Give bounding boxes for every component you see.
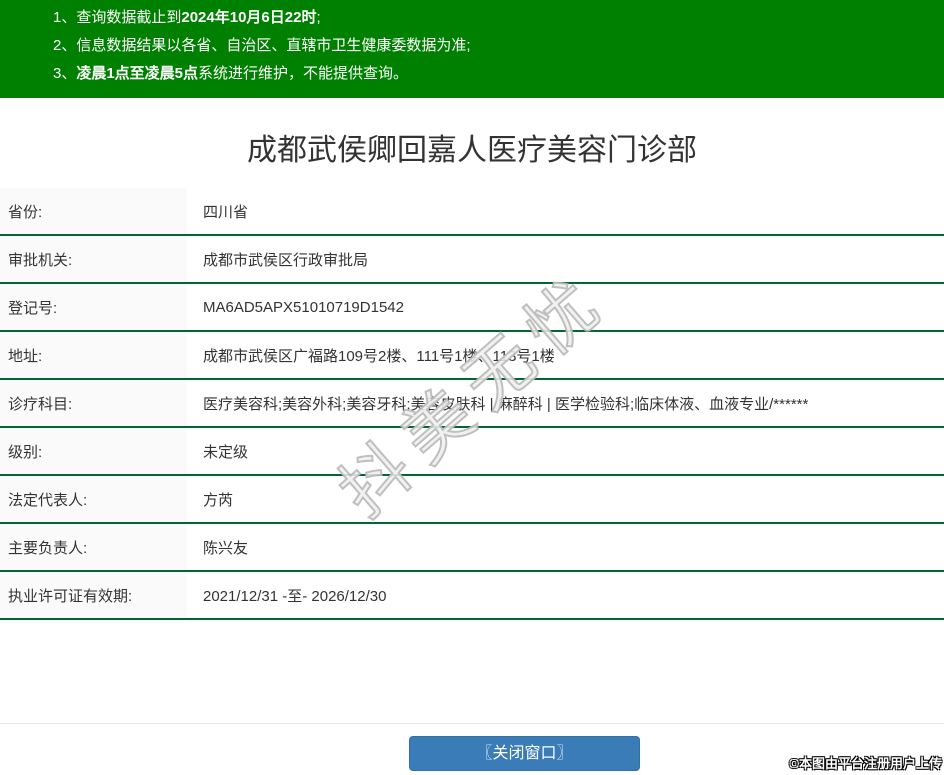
footer-spacer	[0, 620, 944, 723]
notice-banner: 1、查询数据截止到2024年10月6日22时; 2、信息数据结果以各省、自治区、直…	[0, 0, 944, 98]
row-value: 医疗美容科;美容外科;美容牙科;美容皮肤科 | 麻醉科 | 医学检验科;临床体液…	[203, 395, 809, 413]
copyright-stamp: ©本图由平台注册用户上传	[789, 756, 942, 771]
row-value: 2021/12/31 -至- 2026/12/30	[203, 587, 387, 605]
notice-number: 1、	[53, 9, 77, 26]
notice-text: ;	[316, 9, 321, 26]
row-label: 省份:	[0, 188, 187, 234]
row-label: 级别:	[0, 428, 187, 474]
table-row: 级别: 未定级	[0, 428, 944, 476]
row-label: 登记号:	[0, 284, 187, 330]
notice-text: 系统进行维护，不能提供查询。	[198, 65, 409, 82]
close-window-button[interactable]: 〖关闭窗口〗	[409, 736, 640, 771]
notice-text: 查询数据截止到	[76, 9, 182, 26]
table-row: 审批机关: 成都市武侯区行政审批局	[0, 236, 944, 284]
row-value: 成都市武侯区行政审批局	[203, 251, 369, 269]
row-label: 主要负责人:	[0, 524, 187, 570]
row-value: 四川省	[203, 203, 249, 221]
notice-item: 3、凌晨1点至凌晨5点系统进行维护，不能提供查询。	[53, 60, 934, 88]
row-label: 执业许可证有效期:	[0, 572, 187, 618]
row-label: 法定代表人:	[0, 476, 187, 522]
row-value: MA6AD5APX51010719D1542	[203, 298, 404, 316]
notice-text: 信息数据结果以各省、自治区、直辖市卫生健康委数据为准;	[76, 37, 471, 54]
row-value: 未定级	[203, 443, 249, 461]
row-label: 审批机关:	[0, 236, 187, 282]
table-row: 登记号: MA6AD5APX51010719D1542	[0, 284, 944, 332]
notice-number: 3、	[53, 65, 77, 82]
info-table: 省份: 四川省 审批机关: 成都市武侯区行政审批局 登记号: MA6AD5APX51010…	[0, 188, 944, 620]
table-row: 诊疗科目: 医疗美容科;美容外科;美容牙科;美容皮肤科 | 麻醉科 | 医学检验科…	[0, 380, 944, 428]
license-query-page: 1、查询数据截止到2024年10月6日22时; 2、信息数据结果以各省、自治区、直…	[0, 0, 944, 775]
table-row: 执业许可证有效期: 2021/12/31 -至- 2026/12/30	[0, 572, 944, 620]
notice-number: 2、	[53, 37, 77, 54]
notice-text-bold: 凌晨1点至凌晨5点	[76, 65, 199, 82]
table-row: 法定代表人: 方芮	[0, 476, 944, 524]
row-label: 诊疗科目:	[0, 380, 187, 426]
table-row: 省份: 四川省	[0, 188, 944, 236]
table-row: 主要负责人: 陈兴友	[0, 524, 944, 572]
notice-item: 2、信息数据结果以各省、自治区、直辖市卫生健康委数据为准;	[53, 32, 934, 60]
row-label: 地址:	[0, 332, 187, 378]
page-title: 成都武侯卿回嘉人医疗美容门诊部	[247, 134, 697, 167]
table-row: 地址: 成都市武侯区广福路109号2楼、111号1楼、113号1楼	[0, 332, 944, 380]
notice-item: 1、查询数据截止到2024年10月6日22时;	[53, 4, 934, 32]
row-value: 陈兴友	[203, 539, 249, 557]
row-value: 成都市武侯区广福路109号2楼、111号1楼、113号1楼	[203, 347, 555, 365]
notice-text-bold: 2024年10月6日22时	[181, 9, 317, 26]
row-value: 方芮	[203, 491, 234, 509]
